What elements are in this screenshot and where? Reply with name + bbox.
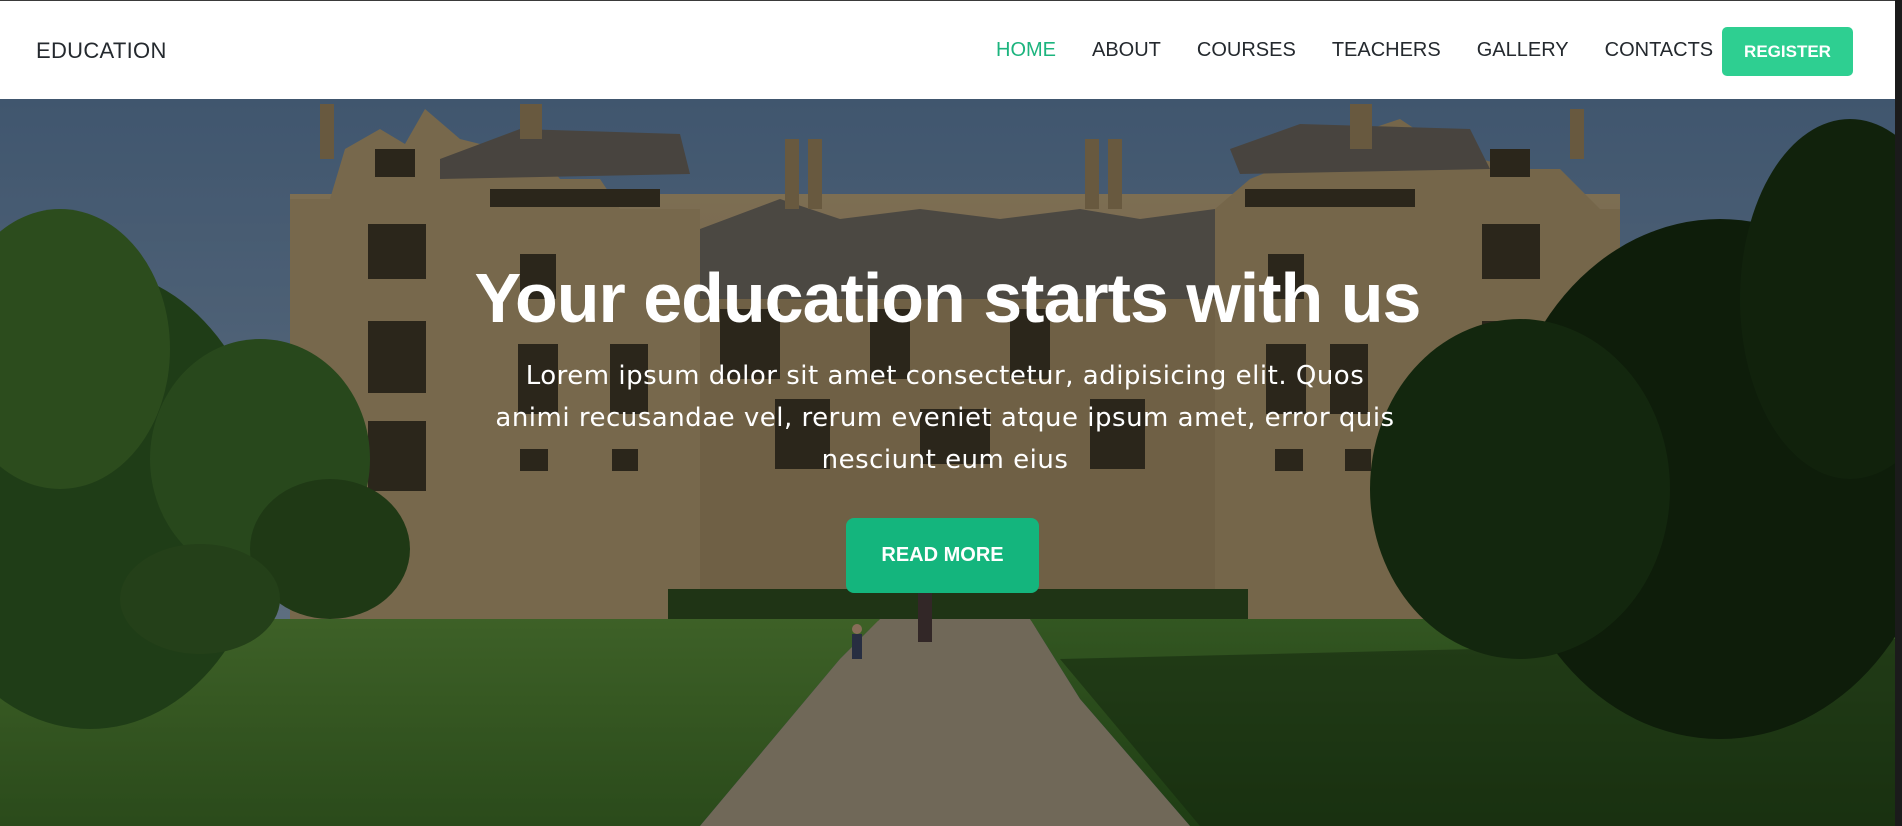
window-scrollbar[interactable] (1895, 0, 1902, 826)
hero-title: Your education starts with us (474, 259, 1422, 337)
nav-item-contacts[interactable]: CONTACTS (1605, 39, 1714, 62)
page: EDUCATION HOME ABOUT COURSES TEACHERS GA… (0, 0, 1902, 826)
main-nav: HOME ABOUT COURSES TEACHERS GALLERY CONT… (996, 39, 1749, 62)
nav-item-courses[interactable]: COURSES (1197, 39, 1296, 62)
nav-item-home[interactable]: HOME (996, 39, 1056, 62)
read-more-button[interactable]: READ MORE (846, 518, 1039, 593)
register-button[interactable]: REGISTER (1722, 27, 1853, 76)
site-logo[interactable]: EDUCATION (36, 38, 167, 64)
hero-description: Lorem ipsum dolor sit amet consectetur, … (495, 361, 1395, 475)
nav-item-gallery[interactable]: GALLERY (1477, 39, 1569, 62)
hero-section: Your education starts with us Lorem ipsu… (0, 99, 1895, 826)
navbar: EDUCATION HOME ABOUT COURSES TEACHERS GA… (0, 0, 1895, 99)
nav-item-about[interactable]: ABOUT (1092, 39, 1161, 62)
nav-item-teachers[interactable]: TEACHERS (1332, 39, 1441, 62)
